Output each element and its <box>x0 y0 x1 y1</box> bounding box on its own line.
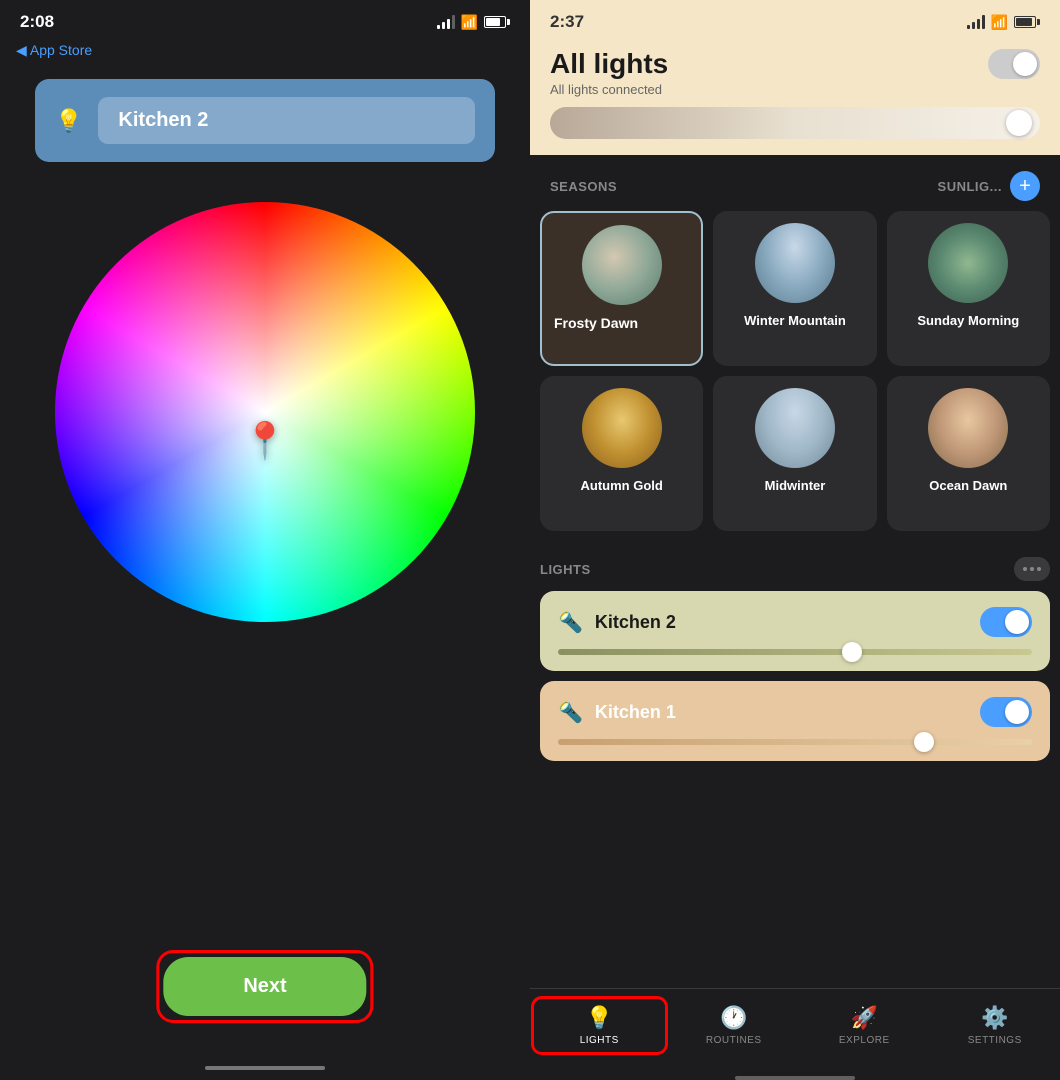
all-lights-title-row: All lights <box>550 48 1040 80</box>
lights-nav-icon: 💡 <box>586 1005 613 1031</box>
scene-name-frosty-dawn: Frosty Dawn <box>554 315 638 331</box>
light-card-kitchen1[interactable]: 🔦 Kitchen 1 <box>540 681 1050 761</box>
color-pin[interactable]: 📍 <box>243 420 288 462</box>
bottom-nav: 💡 LIGHTS 🕐 ROUTINES 🚀 EXPLORE ⚙️ SETTING… <box>530 988 1060 1072</box>
nav-routines[interactable]: 🕐 ROUTINES <box>669 999 800 1052</box>
midwinter-image <box>755 388 835 468</box>
next-button[interactable]: Next <box>163 957 366 1016</box>
wifi-icon: 📶 <box>461 14 478 31</box>
home-indicator-left <box>205 1066 325 1070</box>
routines-nav-label: ROUTINES <box>706 1035 762 1046</box>
kitchen2-toggle[interactable] <box>980 607 1032 637</box>
frosty-dawn-image <box>582 225 662 305</box>
light-name-bar[interactable]: 💡 Kitchen 2 <box>35 79 495 162</box>
lights-section: 🔦 Kitchen 2 🔦 Kitchen 1 <box>530 591 1060 761</box>
nav-lights[interactable]: 💡 LIGHTS <box>534 999 665 1052</box>
right-status-bar: 2:37 📶 <box>530 0 1060 40</box>
scene-name-midwinter: Midwinter <box>725 478 864 493</box>
right-panel: 2:37 📶 All lights All lights connected <box>530 0 1060 1080</box>
kitchen2-slider-thumb <box>842 642 862 662</box>
app-store-back[interactable]: ◀ App Store <box>0 42 92 59</box>
next-button-area: Next <box>159 953 370 1020</box>
settings-nav-label: SETTINGS <box>968 1035 1022 1046</box>
more-button[interactable] <box>1014 557 1050 581</box>
scene-card-ocean-dawn[interactable]: Ocean Dawn <box>887 376 1050 531</box>
settings-nav-icon: ⚙️ <box>981 1005 1008 1031</box>
color-wheel[interactable] <box>55 202 475 622</box>
right-wifi-icon: 📶 <box>991 14 1008 31</box>
kitchen1-name: Kitchen 1 <box>595 702 676 723</box>
scene-name-autumn-gold: Autumn Gold <box>552 478 691 493</box>
sunlights-header-right: SUNLIG... + <box>938 171 1040 201</box>
nav-explore[interactable]: 🚀 EXPLORE <box>799 999 930 1052</box>
kitchen1-slider[interactable] <box>558 739 1032 745</box>
kitchen1-left: 🔦 Kitchen 1 <box>558 700 676 725</box>
signal-icon <box>437 15 455 29</box>
scene-name-sunday-morning: Sunday Morning <box>899 313 1038 328</box>
explore-nav-label: EXPLORE <box>839 1035 890 1046</box>
brightness-track <box>550 107 1040 139</box>
left-time: 2:08 <box>20 12 54 32</box>
scroll-content: SEASONS SUNLIG... + Frosty Dawn Winter M… <box>530 155 1060 988</box>
add-button[interactable]: + <box>1010 171 1040 201</box>
seasons-label: SEASONS <box>550 179 617 194</box>
right-status-icons: 📶 <box>967 14 1040 31</box>
sunday-morning-image <box>928 223 1008 303</box>
seasons-header: SEASONS SUNLIG... + <box>530 155 1060 211</box>
scene-name-ocean-dawn: Ocean Dawn <box>899 478 1038 493</box>
kitchen2-name: Kitchen 2 <box>595 612 676 633</box>
master-toggle[interactable] <box>988 49 1040 79</box>
light-name-text: Kitchen 2 <box>118 109 208 132</box>
right-signal-icon <box>967 15 985 29</box>
more-dot-2 <box>1030 567 1034 571</box>
left-status-bar: 2:08 📶 <box>0 0 530 40</box>
left-panel: 2:08 📶 ◀ App Store 💡 Kitchen 2 📍 N <box>0 0 530 1080</box>
autumn-gold-image <box>582 388 662 468</box>
left-status-icons: 📶 <box>437 14 510 31</box>
scene-card-frosty-dawn[interactable]: Frosty Dawn <box>540 211 703 366</box>
more-dot-3 <box>1037 567 1041 571</box>
scene-name-winter-mountain: Winter Mountain <box>725 313 864 328</box>
scenes-grid: Frosty Dawn Winter Mountain Sunday Morni… <box>530 211 1060 541</box>
scene-card-sunday-morning[interactable]: Sunday Morning <box>887 211 1050 366</box>
kitchen1-row: 🔦 Kitchen 1 <box>558 697 1032 727</box>
nav-settings[interactable]: ⚙️ SETTINGS <box>930 999 1060 1052</box>
kitchen1-toggle[interactable] <box>980 697 1032 727</box>
right-battery-icon <box>1014 16 1040 28</box>
lights-label: LIGHTS <box>540 562 591 577</box>
brightness-thumb <box>1006 110 1032 136</box>
explore-nav-icon: 🚀 <box>851 1005 878 1031</box>
light-card-kitchen2[interactable]: 🔦 Kitchen 2 <box>540 591 1050 671</box>
all-lights-subtitle: All lights connected <box>550 82 1040 97</box>
all-lights-brightness-slider[interactable] <box>550 107 1040 139</box>
right-time: 2:37 <box>550 12 584 32</box>
ocean-dawn-image <box>928 388 1008 468</box>
all-lights-header: All lights All lights connected <box>530 40 1060 155</box>
scene-card-autumn-gold[interactable]: Autumn Gold <box>540 376 703 531</box>
more-dot-1 <box>1023 567 1027 571</box>
all-lights-title: All lights <box>550 48 668 80</box>
lights-header: LIGHTS <box>530 541 1060 591</box>
battery-icon <box>484 16 510 28</box>
bulb-icon: 💡 <box>55 108 82 134</box>
color-wheel-container[interactable]: 📍 <box>55 202 475 622</box>
home-indicator-right <box>735 1076 855 1080</box>
kitchen2-row: 🔦 Kitchen 2 <box>558 607 1032 637</box>
kitchen2-left: 🔦 Kitchen 2 <box>558 610 676 635</box>
kitchen2-slider[interactable] <box>558 649 1032 655</box>
kitchen1-slider-thumb <box>914 732 934 752</box>
lights-nav-label: LIGHTS <box>580 1035 619 1046</box>
kitchen1-bulb-icon: 🔦 <box>558 700 583 725</box>
sunlights-label: SUNLIG... <box>938 179 1002 194</box>
scene-card-midwinter[interactable]: Midwinter <box>713 376 876 531</box>
light-name-inner: Kitchen 2 <box>98 97 475 144</box>
kitchen2-bulb-icon: 🔦 <box>558 610 583 635</box>
winter-mountain-image <box>755 223 835 303</box>
scene-card-winter-mountain[interactable]: Winter Mountain <box>713 211 876 366</box>
routines-nav-icon: 🕐 <box>720 1005 747 1031</box>
